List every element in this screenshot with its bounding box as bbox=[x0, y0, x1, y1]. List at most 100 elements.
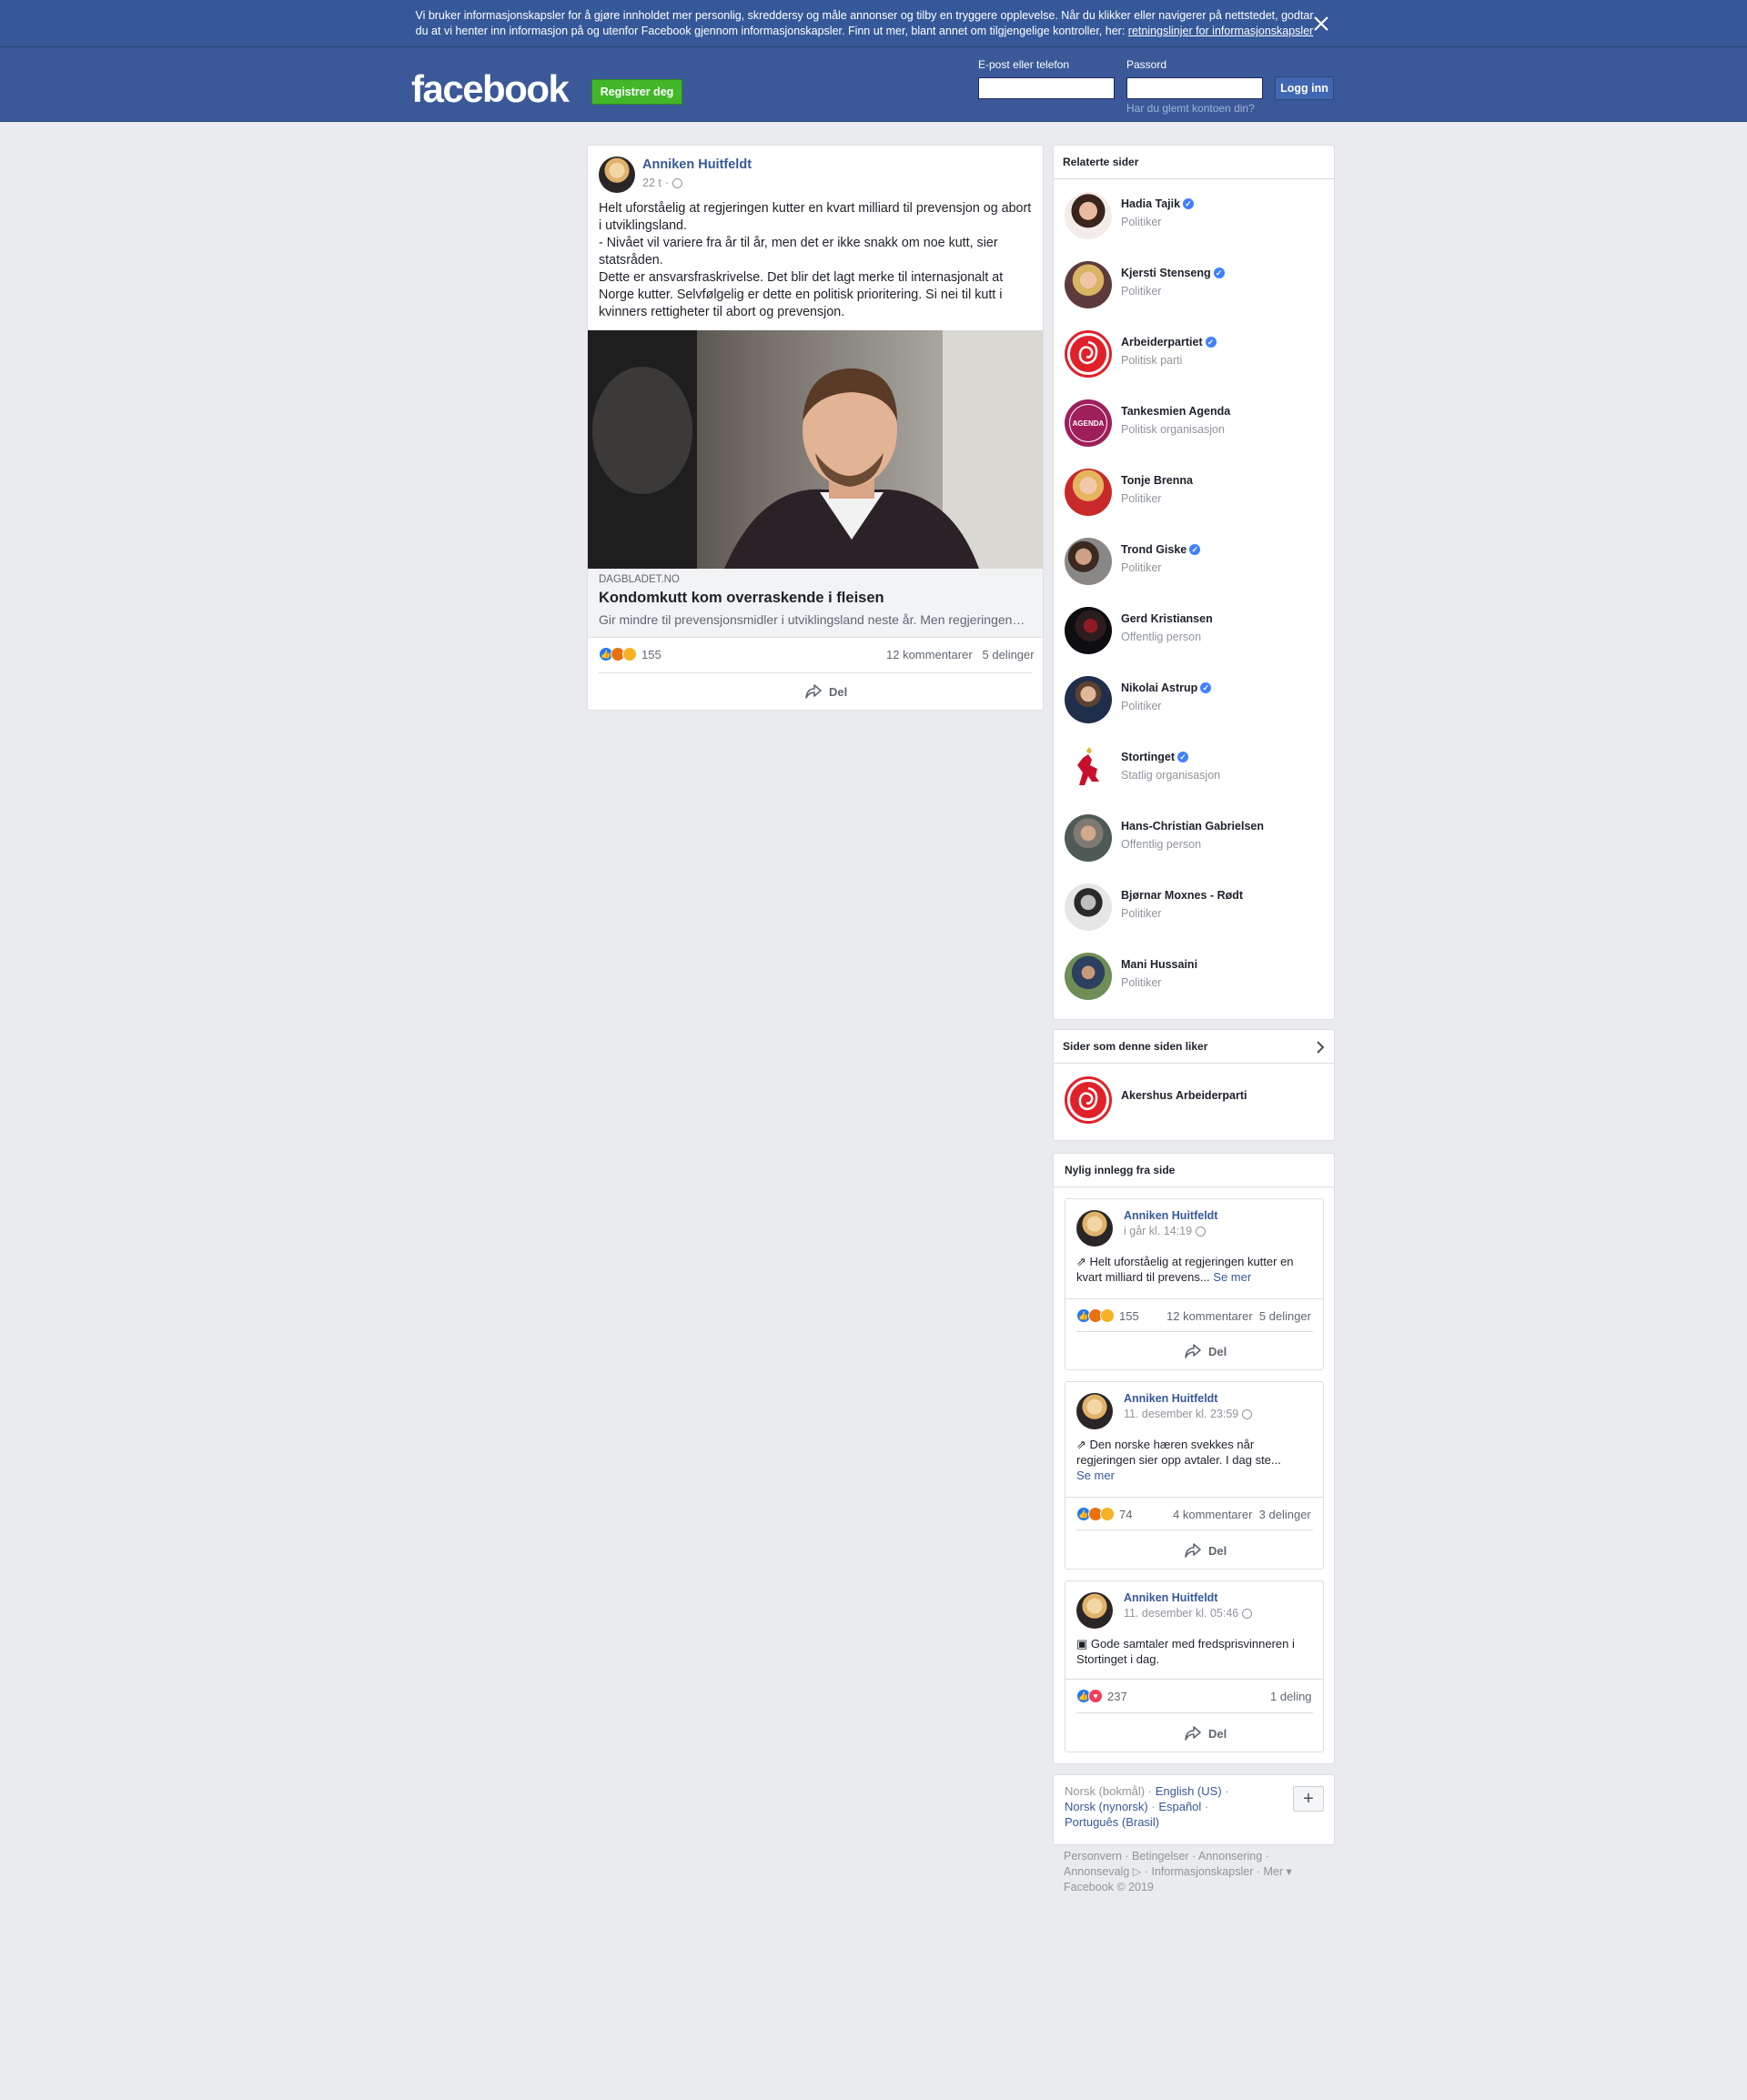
avatar bbox=[1065, 261, 1112, 308]
more-languages-button[interactable]: + bbox=[1293, 1786, 1324, 1812]
share-count[interactable]: 1 deling bbox=[1270, 1690, 1312, 1703]
reactions[interactable]: 👍 74 bbox=[1076, 1507, 1132, 1521]
cookie-banner: Vi bruker informasjonskapsler for å gjør… bbox=[0, 0, 1747, 47]
email-field[interactable] bbox=[978, 77, 1115, 99]
language-option[interactable]: Español bbox=[1158, 1800, 1201, 1813]
avatar bbox=[1065, 607, 1112, 654]
post-snippet: Gode samtaler med fredsprisvinneren i St… bbox=[1076, 1637, 1295, 1666]
post-time[interactable]: 11. desember kl. 05:46 bbox=[1124, 1607, 1238, 1620]
rose-icon bbox=[1070, 336, 1106, 372]
post-text: ▣ Gode samtaler med fredsprisvinneren i … bbox=[1076, 1636, 1313, 1667]
share-button[interactable]: Del bbox=[1184, 1725, 1227, 1742]
lion-icon bbox=[1077, 747, 1099, 785]
language-option[interactable]: English (US) bbox=[1156, 1784, 1222, 1798]
liked-pages: Sider som denne siden liker Akershus Arb… bbox=[1053, 1029, 1335, 1141]
author-avatar[interactable] bbox=[1076, 1592, 1113, 1629]
reaction-count: 74 bbox=[1119, 1507, 1133, 1521]
page-name: Kjersti Stenseng bbox=[1121, 267, 1211, 279]
reactions[interactable]: 👍 155 bbox=[1076, 1308, 1139, 1323]
password-field[interactable] bbox=[1126, 77, 1263, 99]
share-button[interactable]: Del bbox=[1184, 1542, 1227, 1559]
related-item[interactable]: Gerd Kristiansen Offentlig person bbox=[1065, 603, 1328, 658]
related-item[interactable]: Hadia Tajik ✓ Politiker bbox=[1065, 188, 1328, 243]
link-title[interactable]: Kondomkutt kom overraskende i fleisen bbox=[599, 590, 884, 607]
post-author[interactable]: Anniken Huitfeldt bbox=[1124, 1392, 1217, 1405]
footer-link[interactable]: Informasjonskapsler bbox=[1152, 1865, 1254, 1878]
post-time[interactable]: 11. desember kl. 23:59 bbox=[1124, 1408, 1238, 1420]
email-label: E-post eller telefon bbox=[978, 58, 1070, 71]
comment-count[interactable]: 4 kommentarer bbox=[1173, 1508, 1252, 1521]
related-item[interactable]: Stortinget ✓ Statlig organisasjon bbox=[1065, 742, 1328, 796]
see-more-link[interactable]: Se mer bbox=[1213, 1270, 1251, 1284]
reactions[interactable]: 👍 155 bbox=[599, 647, 661, 661]
link-preview[interactable]: DAGBLADET.NO Kondomkutt kom overraskende… bbox=[588, 569, 1043, 638]
author-avatar[interactable] bbox=[1076, 1210, 1113, 1247]
avatar bbox=[1065, 538, 1112, 585]
verified-icon: ✓ bbox=[1205, 337, 1217, 348]
footer-link[interactable]: Annonsevalg bbox=[1064, 1865, 1129, 1878]
share-button[interactable]: Del bbox=[1184, 1343, 1227, 1359]
cookie-text: Vi bruker informasjonskapsler for å gjør… bbox=[409, 8, 1319, 39]
language-option[interactable]: Norsk (nynorsk) bbox=[1065, 1800, 1148, 1813]
page-name: Hadia Tajik bbox=[1121, 197, 1181, 210]
see-more-link[interactable]: Se mer bbox=[1076, 1469, 1115, 1482]
globe-icon bbox=[672, 177, 683, 188]
related-item[interactable]: Tonje Brenna Politiker bbox=[1065, 465, 1328, 520]
portrait-photo bbox=[588, 330, 1043, 569]
footer-link[interactable]: Betingelser bbox=[1132, 1850, 1189, 1863]
comment-count[interactable]: 12 kommentarer bbox=[1166, 1309, 1253, 1323]
post-author[interactable]: Anniken Huitfeldt bbox=[642, 157, 752, 172]
related-item[interactable]: Nikolai Astrup ✓ Politiker bbox=[1065, 672, 1328, 727]
footer-link[interactable]: Annonsering bbox=[1198, 1850, 1262, 1863]
reactions[interactable]: 👍 ♥ 237 bbox=[1076, 1689, 1127, 1703]
footer-link[interactable]: Personvern bbox=[1064, 1850, 1122, 1863]
page-category: Offentlig person bbox=[1121, 838, 1202, 851]
language-option[interactable]: Português (Brasil) bbox=[1065, 1815, 1159, 1829]
liked-pages-title[interactable]: Sider som denne siden liker bbox=[1063, 1040, 1207, 1053]
comment-count[interactable]: 12 kommentarer bbox=[886, 648, 973, 661]
liked-page-item[interactable]: Akershus Arbeiderparti bbox=[1065, 1073, 1328, 1127]
related-item[interactable]: Trond Giske ✓ Politiker bbox=[1065, 534, 1328, 589]
link-share-icon: ⇗ bbox=[1076, 1255, 1090, 1268]
author-avatar[interactable] bbox=[1076, 1393, 1113, 1429]
share-count[interactable]: 3 delinger bbox=[1259, 1508, 1311, 1521]
share-label: Del bbox=[829, 684, 848, 699]
verified-icon: ✓ bbox=[1189, 544, 1201, 555]
page-name: Stortinget bbox=[1121, 751, 1176, 763]
post-time[interactable]: i går kl. 14:19 bbox=[1124, 1225, 1192, 1237]
divider bbox=[1076, 1712, 1313, 1713]
link-image[interactable] bbox=[588, 330, 1043, 569]
copyright: Facebook © 2019 bbox=[1064, 1881, 1154, 1893]
register-button[interactable]: Registrer deg bbox=[591, 79, 682, 105]
post-snippet: Den norske hæren svekkes når regjeringen… bbox=[1076, 1438, 1281, 1467]
verified-icon: ✓ bbox=[1200, 682, 1212, 693]
forgot-account-link[interactable]: Har du glemt kontoen din? bbox=[1126, 102, 1255, 115]
share-label: Del bbox=[1208, 1726, 1227, 1741]
cookie-policy-link[interactable]: retningslinjer for informasjonskapsler bbox=[1128, 25, 1314, 37]
related-item[interactable]: Mani Hussaini Politiker bbox=[1065, 949, 1328, 1004]
avatar bbox=[1065, 192, 1112, 239]
related-item[interactable]: Bjørnar Moxnes - Rødt Politiker bbox=[1065, 880, 1328, 934]
post-author[interactable]: Anniken Huitfeldt bbox=[1124, 1591, 1217, 1604]
post-time[interactable]: 22 t bbox=[642, 177, 661, 189]
page-name: Trond Giske bbox=[1121, 543, 1187, 556]
close-icon[interactable] bbox=[1310, 13, 1332, 35]
avatar bbox=[1065, 953, 1112, 1000]
facebook-logo[interactable]: facebook bbox=[411, 67, 570, 111]
share-count[interactable]: 5 delinger bbox=[1259, 1309, 1311, 1323]
login-button[interactable]: Logg inn bbox=[1275, 76, 1334, 100]
avatar bbox=[1065, 883, 1112, 931]
related-item[interactable]: Hans-Christian Gabrielsen Offentlig pers… bbox=[1065, 811, 1328, 865]
chevron-right-icon[interactable] bbox=[1316, 1041, 1325, 1054]
related-item[interactable]: Arbeiderpartiet ✓ Politisk parti bbox=[1065, 327, 1328, 381]
related-item[interactable]: AGENDA Tankesmien Agenda Politisk organi… bbox=[1065, 396, 1328, 450]
share-button[interactable]: Del bbox=[804, 683, 847, 700]
share-count[interactable]: 5 delinger bbox=[983, 648, 1035, 661]
page-category: Politiker bbox=[1121, 216, 1162, 228]
related-item[interactable]: Kjersti Stenseng ✓ Politiker bbox=[1065, 257, 1328, 312]
sad-icon bbox=[1100, 1308, 1115, 1323]
footer-link[interactable]: Mer bbox=[1263, 1865, 1283, 1878]
post-author[interactable]: Anniken Huitfeldt bbox=[1124, 1209, 1217, 1222]
author-avatar[interactable] bbox=[599, 156, 635, 193]
page-name: Arbeiderpartiet bbox=[1121, 336, 1203, 348]
